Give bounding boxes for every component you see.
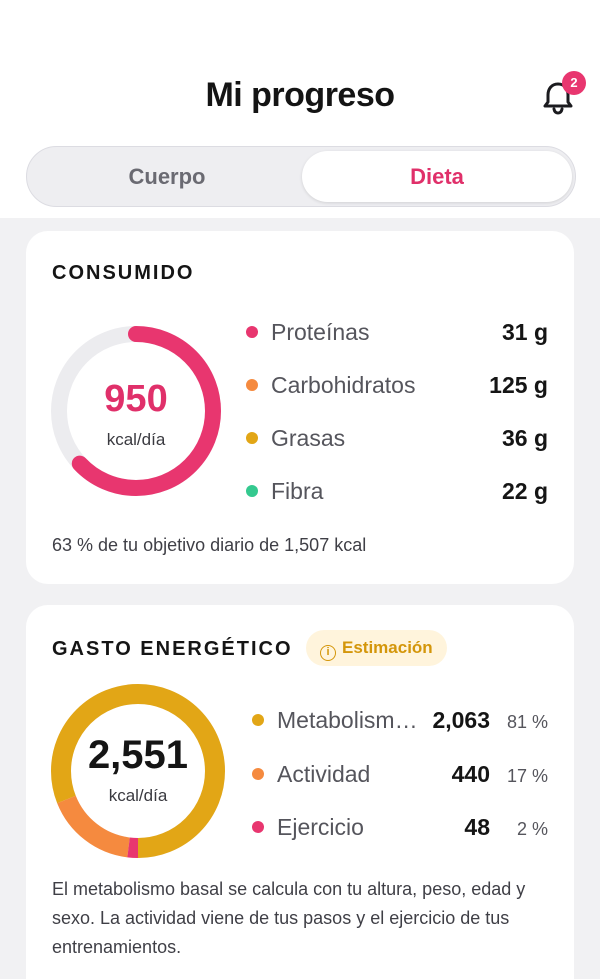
macro-row: Proteínas 31 g xyxy=(26,317,574,347)
macro-row: Fibra 22 g xyxy=(26,476,574,506)
expenditure-value: 2,063 xyxy=(432,707,490,733)
expenditure-card: GASTO ENERGÉTICO i Estimación 2,551 kcal/… xyxy=(26,605,574,979)
expenditure-row: Ejercicio 48 2 % xyxy=(26,812,574,842)
macro-label: Grasas xyxy=(271,425,346,451)
info-icon: i xyxy=(320,645,336,661)
macro-value: 125 g xyxy=(489,372,548,398)
macro-row: Carbohidratos 125 g xyxy=(26,370,574,400)
metabolism-dot xyxy=(252,714,264,726)
segmented-control: Cuerpo Dieta xyxy=(26,146,576,207)
tab-cuerpo[interactable]: Cuerpo xyxy=(32,151,302,202)
consumed-footnote: 63 % de tu objetivo diario de 1,507 kcal xyxy=(52,535,367,555)
header: Mi progreso 2 Cuerpo Dieta xyxy=(0,0,600,218)
card-title: CONSUMIDO xyxy=(52,262,195,284)
macro-value: 36 g xyxy=(501,425,548,451)
fiber-dot xyxy=(246,485,258,497)
carbs-dot xyxy=(246,379,258,391)
macro-label: Carbohidratos xyxy=(271,372,416,398)
macro-label: Fibra xyxy=(271,478,324,504)
activity-dot xyxy=(252,768,264,780)
expenditure-row: Actividad 440 17 % xyxy=(26,759,574,789)
expenditure-percent: 81 % xyxy=(506,712,548,732)
estimate-badge-label: Estimación xyxy=(342,638,433,657)
expenditure-percent: 2 % xyxy=(516,819,548,839)
macro-value: 22 g xyxy=(501,478,548,504)
estimate-badge[interactable]: i Estimación xyxy=(306,630,447,666)
page-title: Mi progreso xyxy=(205,76,395,114)
expenditure-footnote: El metabolismo basal se calcula con tu a… xyxy=(52,879,526,957)
expenditure-percent: 17 % xyxy=(506,766,548,786)
expenditure-label: Actividad xyxy=(277,761,371,787)
expenditure-row: Metabolismo basal 2,063 81 % xyxy=(26,705,574,735)
consumed-card: CONSUMIDO 950 kcal/día Proteínas 31 g Ca… xyxy=(26,231,574,584)
macro-label: Proteínas xyxy=(271,319,370,345)
expenditure-unit: kcal/día xyxy=(108,786,168,805)
exercise-dot xyxy=(252,821,264,833)
expenditure-value: 48 xyxy=(464,814,490,840)
macro-row: Grasas 36 g xyxy=(26,423,574,453)
notification-badge: 2 xyxy=(562,71,586,95)
card-title: GASTO ENERGÉTICO xyxy=(52,638,293,660)
fat-dot xyxy=(246,432,258,444)
macro-value: 31 g xyxy=(501,319,548,345)
expenditure-label: Ejercicio xyxy=(277,814,364,840)
expenditure-label: Metabolismo basal xyxy=(277,707,425,733)
expenditure-value: 440 xyxy=(451,761,490,787)
tab-dieta[interactable]: Dieta xyxy=(302,151,572,202)
protein-dot xyxy=(246,326,258,338)
